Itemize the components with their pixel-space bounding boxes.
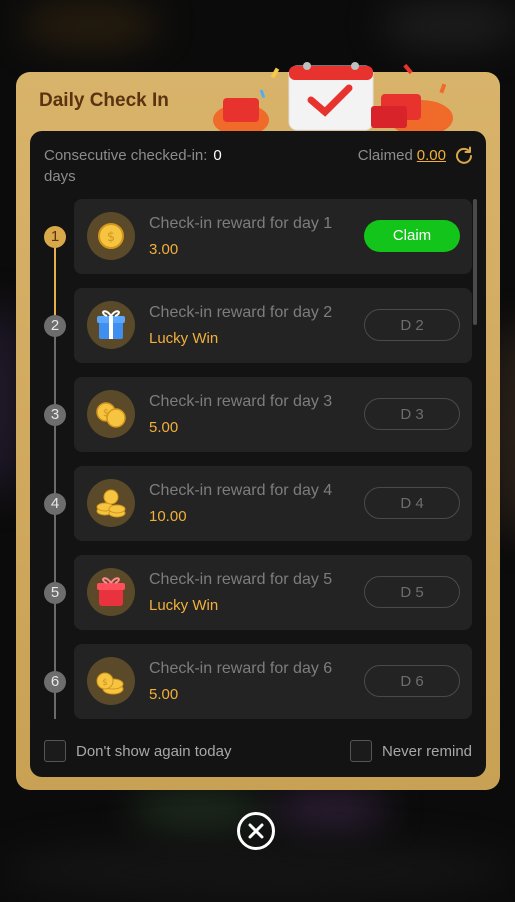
dont-show-today-label: Don't show again today — [76, 742, 232, 760]
reward-card: $ Check-in reward for day 1 3.00 Claim — [74, 199, 472, 274]
reward-card: Check-in reward for day 4 10.00 D 4 — [74, 466, 472, 541]
never-remind-option[interactable]: Never remind — [350, 740, 472, 762]
dont-show-today-checkbox[interactable] — [44, 740, 66, 762]
day-5-button[interactable]: D 5 — [364, 576, 460, 608]
calendar-gift-header-illustration — [213, 62, 453, 132]
reward-value: Lucky Win — [149, 597, 219, 614]
reward-card: $ Check-in reward for day 6 5.00 D 6 — [74, 644, 472, 719]
coin-icon: $ — [87, 212, 135, 260]
never-remind-label: Never remind — [382, 742, 473, 760]
day-3-button[interactable]: D 3 — [364, 398, 460, 430]
close-button[interactable] — [237, 812, 275, 850]
consecutive-count: 0 — [213, 147, 222, 164]
reward-card: $ Check-in reward for day 3 5.00 D 3 — [74, 377, 472, 452]
blue-gift-icon — [87, 301, 135, 349]
reward-value: 5.00 — [149, 419, 179, 436]
reward-list: 1 $ Check-in reward for day 1 3.00 Claim… — [30, 199, 486, 721]
list-scrollbar[interactable] — [473, 199, 477, 325]
dont-show-today-option[interactable]: Don't show again today — [44, 740, 231, 762]
reward-value: 3.00 — [149, 241, 179, 258]
consecutive-summary: Consecutive checked-in: 0 days — [44, 145, 254, 187]
claim-button[interactable]: Claim — [364, 220, 460, 252]
reward-card: Check-in reward for day 2 Lucky Win D 2 — [74, 288, 472, 363]
consecutive-label: Consecutive checked-in: — [44, 147, 208, 164]
reward-row-day-4: 4 Check-in reward for day 4 10.00 D 4 — [30, 466, 486, 541]
claimed-summary: Claimed 0.00 — [358, 145, 474, 165]
reward-row-day-1: 1 $ Check-in reward for day 1 3.00 Claim — [30, 199, 486, 274]
svg-text:$: $ — [102, 678, 108, 688]
reward-title: Check-in reward for day 3 — [149, 393, 333, 410]
reward-title: Check-in reward for day 1 — [149, 215, 333, 232]
coin-stack-icon — [87, 479, 135, 527]
never-remind-checkbox[interactable] — [350, 740, 372, 762]
day-2-button[interactable]: D 2 — [364, 309, 460, 341]
dialog-title: Daily Check In — [39, 90, 169, 111]
day-4-button[interactable]: D 4 — [364, 487, 460, 519]
red-gift-icon — [87, 568, 135, 616]
reward-title: Check-in reward for day 5 — [149, 571, 333, 588]
svg-text:$: $ — [103, 408, 109, 419]
claimed-label: Claimed — [357, 146, 413, 164]
step-indicator: 6 — [44, 671, 66, 693]
claimed-value[interactable]: 0.00 — [417, 147, 446, 164]
reward-row-day-5: 5 Check-in reward for day 5 Lucky Win D … — [30, 555, 486, 630]
refresh-icon[interactable] — [454, 145, 474, 165]
reward-row-day-3: 3 $ Check-in reward for day 3 5.00 D 3 — [30, 377, 486, 452]
reward-title: Check-in reward for day 6 — [149, 660, 333, 677]
coins-icon: $ — [87, 390, 135, 438]
step-indicator: 3 — [44, 404, 66, 426]
step-indicator: 2 — [44, 315, 66, 337]
step-indicator: 1 — [44, 226, 66, 248]
reward-row-day-6: 6 $ Check-in reward for day 6 5.00 D 6 — [30, 644, 486, 719]
reward-value: Lucky Win — [149, 330, 219, 347]
day-6-button[interactable]: D 6 — [364, 665, 460, 697]
close-circle-icon — [248, 823, 264, 839]
step-indicator: 4 — [44, 493, 66, 515]
daily-check-in-dialog: Daily Check In Consecutive checked-in: 0 … — [16, 62, 500, 790]
reward-title: Check-in reward for day 2 — [149, 304, 333, 321]
consecutive-unit: days — [44, 168, 76, 185]
dialog-footer: Don't show again today Never remind — [30, 737, 486, 763]
svg-text:$: $ — [107, 230, 115, 245]
check-in-panel: Consecutive checked-in: 0 days Claimed 0.… — [30, 131, 486, 777]
reward-value: 10.00 — [149, 508, 187, 525]
reward-value: 5.00 — [149, 686, 179, 703]
reward-card: Check-in reward for day 5 Lucky Win D 5 — [74, 555, 472, 630]
reward-title: Check-in reward for day 4 — [149, 482, 333, 499]
step-indicator: 5 — [44, 582, 66, 604]
coin-pile-icon: $ — [87, 657, 135, 705]
reward-row-day-2: 2 Check-in reward for day 2 Lucky Win D … — [30, 288, 486, 363]
